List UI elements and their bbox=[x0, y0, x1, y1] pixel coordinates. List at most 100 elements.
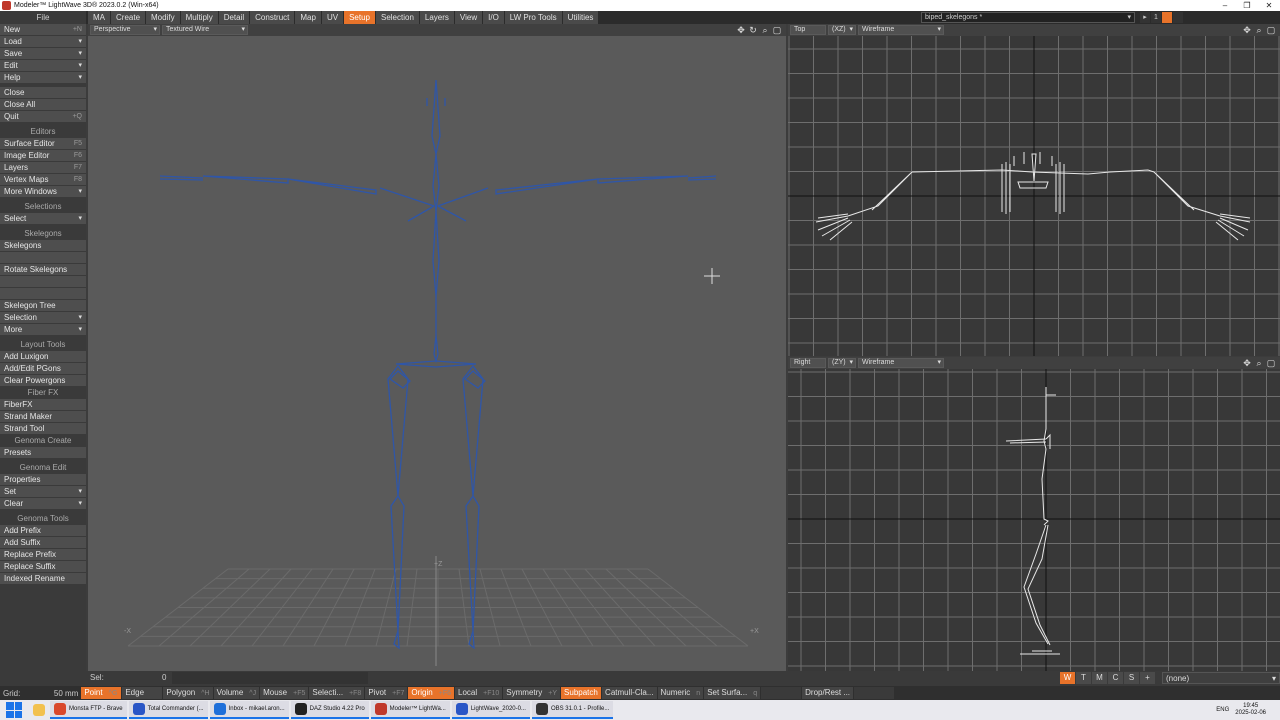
tab-construct[interactable]: Construct bbox=[250, 11, 295, 24]
vmap-button-c[interactable]: C bbox=[1108, 672, 1123, 684]
tool-image-editor[interactable]: Image Editor F6 bbox=[0, 150, 86, 162]
top-viewport[interactable]: Top (XZ) ▾ Wireframe ▾ ✥ ⌕ ▢ bbox=[788, 24, 1280, 356]
tab-lw-pro-tools[interactable]: LW Pro Tools bbox=[504, 11, 562, 24]
tab-map[interactable]: Map bbox=[295, 11, 321, 24]
pan-icon[interactable]: ✥ bbox=[1241, 25, 1253, 36]
layer-prev-icon[interactable]: ▸ bbox=[1140, 12, 1150, 23]
axes-dropdown[interactable]: (XZ) ▾ bbox=[828, 25, 856, 35]
taskbar-task[interactable]: OBS 31.0.1 - Profile... bbox=[531, 701, 614, 719]
render-mode-dropdown[interactable]: Textured Wire ▾ bbox=[162, 25, 248, 35]
toggle-edge[interactable]: Edge bbox=[122, 687, 163, 699]
tool-indexed-rename[interactable]: Indexed Rename bbox=[0, 573, 86, 585]
tab-ma[interactable]: MA bbox=[88, 11, 110, 24]
tool-help[interactable]: Help ▾ bbox=[0, 72, 86, 84]
tab-i-o[interactable]: I/O bbox=[483, 11, 504, 24]
toggle-mouse[interactable]: Mouse +F5 bbox=[260, 687, 309, 699]
zoom-icon[interactable]: ⌕ bbox=[1253, 25, 1265, 36]
render-mode-dropdown[interactable]: Wireframe ▾ bbox=[858, 25, 944, 35]
toggle-subpatch[interactable]: Subpatch bbox=[561, 687, 602, 699]
toggle-origin[interactable]: Origin +F6 bbox=[408, 687, 454, 699]
maximize-viewport-icon[interactable]: ▢ bbox=[1265, 358, 1277, 369]
object-selector[interactable]: biped_skelegons * ▾ bbox=[921, 12, 1135, 23]
tool-skelegon-tree[interactable]: Skelegon Tree bbox=[0, 300, 86, 312]
windows-start-icon[interactable] bbox=[6, 702, 22, 718]
tab-detail[interactable]: Detail bbox=[218, 11, 250, 24]
close-window-button[interactable]: ✕ bbox=[1258, 1, 1280, 10]
tool-skelegons[interactable]: Skelegons bbox=[0, 240, 86, 252]
taskbar-task[interactable]: Modeler™ LightWa... bbox=[370, 701, 450, 719]
vmap-button-t[interactable]: T bbox=[1076, 672, 1091, 684]
toggle-volume[interactable]: Volume ^J bbox=[213, 687, 260, 699]
perspective-canvas[interactable]: +Z -X +X bbox=[88, 36, 786, 671]
rotate-icon[interactable]: ↻ bbox=[747, 25, 759, 36]
layer-number[interactable]: 1 bbox=[1151, 12, 1161, 23]
view-type-dropdown[interactable]: Perspective ▾ bbox=[90, 25, 160, 35]
taskbar-task[interactable]: DAZ Studio 4.22 Pro bbox=[290, 701, 369, 719]
tab-layers[interactable]: Layers bbox=[419, 11, 454, 24]
clock[interactable]: 19:45 2025-02-06 bbox=[1235, 703, 1266, 717]
zoom-icon[interactable]: ⌕ bbox=[759, 25, 771, 36]
taskbar-task[interactable]: LightWave_2020-0... bbox=[451, 701, 530, 719]
pan-icon[interactable]: ✥ bbox=[735, 25, 747, 36]
taskbar-task[interactable]: Monsta FTP - Brave bbox=[50, 701, 127, 719]
tab-modify[interactable]: Modify bbox=[146, 11, 180, 24]
view-type-dropdown[interactable]: Top bbox=[790, 25, 826, 35]
maximize-viewport-icon[interactable]: ▢ bbox=[771, 25, 783, 36]
tab-multiply[interactable]: Multiply bbox=[180, 11, 218, 24]
tool-more-windows[interactable]: More Windows ▾ bbox=[0, 186, 86, 198]
tab-selection[interactable]: Selection bbox=[375, 11, 419, 24]
toggle-selecti[interactable]: Selecti... +F8 bbox=[309, 687, 365, 699]
tool-strand-tool[interactable]: Strand Tool bbox=[0, 423, 86, 435]
tool-close[interactable]: Close bbox=[0, 87, 86, 99]
tool-selection[interactable]: Selection ▾ bbox=[0, 312, 86, 324]
perspective-viewport[interactable]: Perspective ▾ Textured Wire ▾ ✥ ↻ ⌕ ▢ +Z -… bbox=[88, 24, 786, 671]
tool-properties[interactable]: Properties bbox=[0, 474, 86, 486]
tool-add-prefix[interactable]: Add Prefix bbox=[0, 525, 86, 537]
tool-presets[interactable]: Presets bbox=[0, 447, 86, 459]
vmap-button-s[interactable]: S bbox=[1124, 672, 1139, 684]
vmap-button-plus[interactable]: + bbox=[1140, 672, 1155, 684]
toggle-local[interactable]: Local +F10 bbox=[455, 687, 503, 699]
tool-new[interactable]: New +N bbox=[0, 24, 86, 36]
layer-fg-indicator[interactable] bbox=[1162, 12, 1172, 23]
tool-strand-maker[interactable]: Strand Maker bbox=[0, 411, 86, 423]
tool-replace-suffix[interactable]: Replace Suffix bbox=[0, 561, 86, 573]
tool-clear[interactable]: Clear ▾ bbox=[0, 498, 86, 510]
tool-set[interactable]: Set ▾ bbox=[0, 486, 86, 498]
tab-utilities[interactable]: Utilities bbox=[562, 11, 599, 24]
language-indicator[interactable]: ENG bbox=[1216, 707, 1229, 713]
toggle-symmetry[interactable]: Symmetry +Y bbox=[503, 687, 561, 699]
right-canvas[interactable] bbox=[788, 369, 1280, 671]
tab-create[interactable]: Create bbox=[111, 11, 146, 24]
maximize-button[interactable]: ❐ bbox=[1236, 1, 1258, 10]
view-type-dropdown[interactable]: Right bbox=[790, 358, 826, 368]
tool-fiberfx[interactable]: FiberFX bbox=[0, 399, 86, 411]
axes-dropdown[interactable]: (ZY) ▾ bbox=[828, 358, 856, 368]
tool-surface-editor[interactable]: Surface Editor F5 bbox=[0, 138, 86, 150]
toggle-set-surfa[interactable]: Set Surfa... q bbox=[704, 687, 761, 699]
tool-load[interactable]: Load ▾ bbox=[0, 36, 86, 48]
minimize-button[interactable]: – bbox=[1214, 1, 1236, 10]
right-viewport[interactable]: Right (ZY) ▾ Wireframe ▾ ✥ ⌕ ▢ bbox=[788, 357, 1280, 671]
tool-save[interactable]: Save ▾ bbox=[0, 48, 86, 60]
toggle-catmull-cla[interactable]: Catmull-Cla... bbox=[602, 687, 657, 699]
vmap-button-w[interactable]: W bbox=[1060, 672, 1075, 684]
tool-replace-prefix[interactable]: Replace Prefix bbox=[0, 549, 86, 561]
vmap-button-m[interactable]: M bbox=[1092, 672, 1107, 684]
layer-bg-indicator[interactable] bbox=[1173, 12, 1183, 23]
tool-layers[interactable]: Layers F7 bbox=[0, 162, 86, 174]
tab-view[interactable]: View bbox=[454, 11, 483, 24]
toggle-numeric[interactable]: Numeric n bbox=[657, 687, 704, 699]
pan-icon[interactable]: ✥ bbox=[1241, 358, 1253, 369]
render-mode-dropdown[interactable]: Wireframe ▾ bbox=[858, 358, 944, 368]
taskbar-task[interactable]: Inbox - mikael.aron... bbox=[209, 701, 289, 719]
tool-clear-powergons[interactable]: Clear Powergons bbox=[0, 375, 86, 387]
toggle-polygon[interactable]: Polygon ^H bbox=[163, 687, 213, 699]
tab-setup[interactable]: Setup bbox=[344, 11, 375, 24]
taskbar-task[interactable]: Total Commander (... bbox=[128, 701, 208, 719]
tool-close-all[interactable]: Close All bbox=[0, 99, 86, 111]
toggle-point[interactable]: Point ^G bbox=[81, 687, 122, 699]
tool-more[interactable]: More ▾ bbox=[0, 324, 86, 336]
zoom-icon[interactable]: ⌕ bbox=[1253, 358, 1265, 369]
file-explorer-icon[interactable] bbox=[33, 704, 45, 716]
